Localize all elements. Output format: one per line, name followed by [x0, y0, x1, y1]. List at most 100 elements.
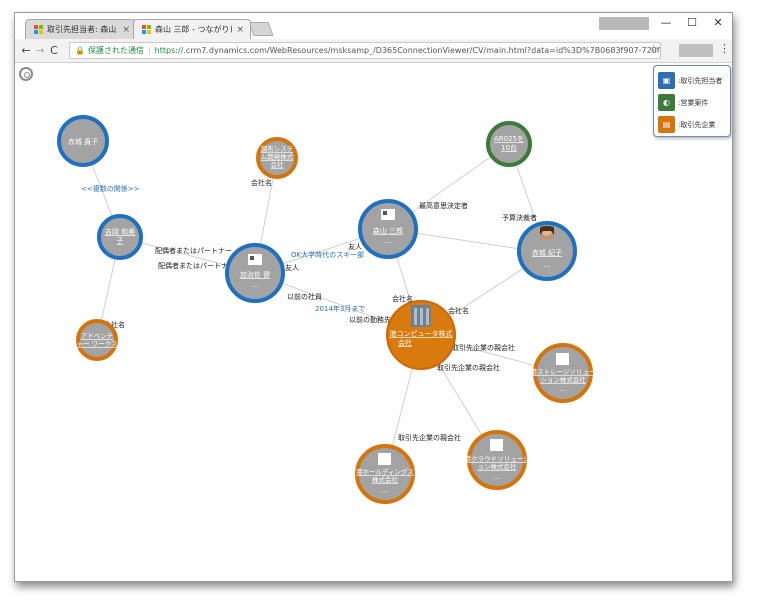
edge-label: 会社名: [392, 294, 413, 303]
node-label-line2: 会社: [398, 338, 412, 347]
node-label: 吉岡 和美: [105, 227, 135, 236]
edge-label: 最高意思決定者: [419, 201, 468, 210]
legend-panel: ▣ : 取引先担当者 ◐ : 営業案件 ▤ : 取引先企業: [653, 65, 731, 137]
legend-item-account: ▤ : 取引先企業: [658, 116, 715, 133]
edge-label: 予算決裁者: [502, 213, 537, 222]
edge-label: 配偶者またはパートナー: [158, 261, 235, 270]
node-more: ...: [252, 281, 259, 289]
edge-label: 友人: [348, 242, 362, 251]
node-label: 港クラウドソリューシ: [465, 454, 530, 463]
relationship-graph: <<複数の関係>> 配偶者またはパートナー 配偶者またはパートナー 会社名 会社…: [57, 115, 596, 504]
node-contact-moriyama[interactable]: 森山 三郎 ...: [358, 199, 418, 259]
tab-connection-viewer[interactable]: 森山 三郎 - つながりビュー ×: [133, 19, 251, 39]
node-contact-kato[interactable]: 加治佐 健 ...: [225, 243, 285, 303]
node-label-line2: ャー ワークス: [77, 340, 118, 348]
profile-button[interactable]: [599, 17, 649, 30]
opportunity-icon: ◐: [658, 94, 675, 111]
title-bar: 取引先担当者: 森山 三郎 × 森山 三郎 - つながりビュー × — ☐ ✕: [15, 13, 732, 39]
node-label-line2: ム開発株式: [261, 152, 294, 161]
url-scheme: https://: [154, 46, 184, 55]
secure-label: 保護された通信: [87, 46, 144, 55]
dynamics-logo-icon: [142, 25, 151, 34]
account-building-icon: ▤: [658, 116, 675, 133]
lock-icon: 🔒: [75, 46, 85, 55]
edge-label: 以前の勤務先: [349, 315, 391, 324]
node-more: ...: [382, 486, 389, 494]
node-opportunity-ar025[interactable]: AR025を 10台: [486, 121, 532, 167]
edge-label: 取引先企業の親会社: [437, 363, 500, 372]
browser-toolbar: ← → C 🔒 保護された通信 | https:// .crm7.dynamic…: [15, 39, 732, 63]
node-label: AR025を: [494, 135, 524, 143]
maximize-icon[interactable]: ☐: [683, 16, 701, 29]
edge-label: 取引先企業の親会社: [452, 343, 515, 352]
tab-label: 取引先担当者: 森山 三郎: [47, 25, 118, 34]
node-contact-akagi-noriko[interactable]: 赤城 紀子 ...: [517, 221, 577, 281]
node-more: ...: [385, 237, 392, 245]
reload-icon[interactable]: C: [47, 44, 61, 57]
back-icon[interactable]: ←: [19, 44, 33, 57]
edge-label: 友人: [285, 263, 299, 272]
tab-label: 森山 三郎 - つながりビュー: [155, 25, 232, 34]
new-tab-button[interactable]: [248, 22, 274, 36]
node-label: 加治佐 健: [240, 270, 270, 279]
connection-viewer-canvas: <<複数の関係>> 配偶者またはパートナー 配偶者またはパートナー 会社名 会社…: [15, 63, 732, 581]
edge-label: 会社名: [251, 178, 272, 187]
node-more: ...: [544, 261, 551, 269]
edge-label-link[interactable]: <<複数の関係>>: [81, 184, 140, 193]
forward-icon[interactable]: →: [33, 44, 47, 57]
node-label: 港コンピュータ株式: [390, 329, 453, 338]
edge-label: 取引先企業の親会社: [398, 433, 461, 442]
legend-label: 営業案件: [680, 98, 709, 107]
legend-label: 取引先担当者: [680, 76, 723, 85]
edge-label-link[interactable]: 2014年3月まで: [315, 304, 365, 313]
edge-label: 以前の社員: [287, 292, 322, 301]
bookmark-star-icon[interactable]: ☆: [649, 44, 658, 55]
node-more: ...: [494, 473, 501, 481]
tab-close-icon[interactable]: ×: [122, 25, 130, 35]
edge-label: 配偶者またはパートナー: [155, 246, 232, 255]
node-label-line2: ション株式会社: [540, 375, 586, 384]
node-account-minato-holdings[interactable]: 港ホールディングス 株式会社 ...: [355, 444, 415, 504]
edge-label: 会社名: [448, 306, 469, 315]
node-account-adventure[interactable]: アドベンチ ャー ワークス: [76, 319, 118, 361]
legend-item-contact: ▣ : 取引先担当者: [658, 72, 722, 89]
account-document-icon: [378, 453, 391, 465]
tab-contact-record[interactable]: 取引先担当者: 森山 三郎 ×: [25, 19, 137, 39]
node-label: 森山 三郎: [373, 226, 403, 235]
node-label-line2: 株式会社: [372, 475, 399, 484]
node-label: 赤城 貴子: [68, 137, 98, 146]
node-account-minato-storage[interactable]: 港ストレージソリュー ション株式会社 ...: [531, 343, 596, 403]
node-label-line2: 子: [117, 237, 124, 245]
node-account-minato-cloud[interactable]: 港クラウドソリューシ ョン株式会社 ...: [465, 430, 530, 490]
browser-menu-icon[interactable]: ⋮: [719, 42, 730, 55]
address-bar[interactable]: 🔒 保護された通信 | https:// .crm7.dynamics.com/…: [69, 42, 661, 59]
edge-labels: <<複数の関係>> 配偶者またはパートナー 配偶者またはパートナー 会社名 会社…: [81, 178, 537, 442]
browser-window: 取引先担当者: 森山 三郎 × 森山 三郎 - つながりビュー × — ☐ ✕ …: [14, 12, 733, 582]
divider: |: [147, 46, 151, 55]
contact-card-icon: ▣: [658, 72, 675, 89]
edge-label-link[interactable]: OK大学時代のスキー部: [291, 250, 364, 259]
minimize-icon[interactable]: —: [657, 16, 675, 29]
node-account-minato-computer[interactable]: 港コンピュータ株式 会社: [386, 300, 456, 370]
node-label: アドベンチ: [81, 332, 114, 340]
account-document-icon: [490, 439, 503, 451]
node-more: ...: [560, 385, 567, 393]
node-label: 調布システ: [261, 144, 294, 153]
node-contact-yoshioka[interactable]: 吉岡 和美 子: [97, 214, 143, 260]
tab-close-icon[interactable]: ×: [236, 25, 244, 35]
node-label-line2: ョン株式会社: [478, 462, 518, 471]
url-text: .crm7.dynamics.com/WebResources/msksamp_…: [183, 46, 661, 55]
legend-item-opportunity: ◐ : 営業案件: [658, 94, 708, 111]
extension-button[interactable]: [679, 44, 713, 57]
legend-label: 取引先企業: [680, 120, 716, 129]
dynamics-logo-icon: [34, 25, 43, 34]
node-account-chofu-system[interactable]: 調布システ ム開発株式 会社: [256, 137, 298, 179]
node-contact-akagi-takako[interactable]: 赤城 貴子: [57, 115, 109, 167]
node-label-line2: 10台: [501, 143, 517, 152]
node-label: 赤城 紀子: [532, 248, 562, 257]
account-document-icon: [556, 353, 569, 365]
node-label: 港ストレージソリュー: [531, 367, 596, 376]
close-window-icon[interactable]: ✕: [709, 16, 727, 29]
node-label-line3: 会社: [271, 160, 285, 169]
node-label: 港ホールディングス: [356, 467, 414, 476]
